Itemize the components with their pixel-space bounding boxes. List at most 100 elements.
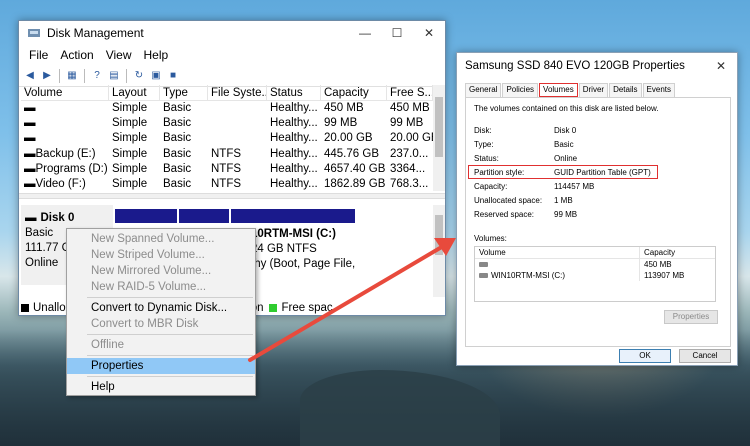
scrollbar-thumb[interactable]	[435, 97, 443, 157]
cancel-button[interactable]: Cancel	[679, 349, 731, 363]
partition-segment[interactable]	[115, 209, 179, 223]
fs-cell	[208, 101, 267, 116]
properties-icon[interactable]: ▤	[107, 69, 121, 83]
volume-icon: ▬	[24, 132, 36, 145]
field-capacity: Capacity: 114457 MB	[474, 182, 595, 191]
fs-cell	[208, 131, 267, 146]
maximize-button[interactable]: ☐	[381, 21, 413, 45]
table-row[interactable]: ▬Backup (E:) Simple Basic NTFS Healthy..…	[21, 147, 433, 162]
volume-icon: ▬	[24, 102, 36, 114]
volume-list-scrollbar[interactable]	[433, 85, 445, 191]
menu-bar: File Action View Help	[19, 45, 445, 65]
partition-segment[interactable]	[179, 209, 231, 223]
menu-file[interactable]: File	[23, 48, 54, 62]
column-file-system[interactable]: File Syste...	[208, 85, 267, 100]
menu-view[interactable]: View	[100, 48, 138, 62]
tab-volumes[interactable]: Volumes	[539, 83, 578, 97]
refresh-icon[interactable]: ↻	[132, 69, 146, 83]
free-cell: 3364...	[390, 162, 426, 175]
menu-item-offline[interactable]: Offline	[67, 337, 255, 353]
table-row[interactable]: ▬ Simple Basic Healthy... 99 MB 99 MB	[21, 116, 433, 131]
field-disk: Disk: Disk 0	[474, 126, 577, 135]
tab-driver[interactable]: Driver	[578, 83, 609, 97]
volume-list: Volume Layout Type File Syste... Status …	[21, 85, 433, 191]
menu-item-new-mirrored-volume[interactable]: New Mirrored Volume...	[67, 263, 255, 279]
partition-c-info[interactable]: 10RTM-MSI (C:) 24 GB NTFS thy (Boot, Pag…	[251, 227, 371, 272]
column-status[interactable]: Status	[267, 85, 321, 100]
type-cell: Basic	[163, 102, 192, 114]
volume-icon: ▬	[24, 162, 36, 175]
help-icon[interactable]: ?	[90, 69, 104, 83]
layout-cell: Simple	[112, 147, 148, 160]
toolbar-separator	[84, 68, 85, 83]
type-cell: Basic	[163, 147, 192, 160]
volume-properties-button[interactable]: Properties	[664, 310, 718, 324]
layout-cell: Simple	[112, 162, 148, 175]
menu-item-properties[interactable]: Properties	[67, 358, 255, 374]
volumes-label: Volumes:	[474, 234, 507, 243]
type-cell: Basic	[163, 162, 192, 175]
partition-c-name: 10RTM-MSI (C:)	[251, 228, 336, 240]
disk-name-row: ▬ Disk 0	[25, 212, 75, 224]
panel-description: The volumes contained on this disk are l…	[474, 104, 659, 113]
capacity-cell: 445.76 GB	[324, 147, 379, 160]
window-title: Disk Management	[47, 26, 144, 40]
forward-icon[interactable]: ▶	[40, 69, 54, 83]
tab-general[interactable]: General	[465, 83, 502, 97]
volumes-list-header: Volume Capacity	[475, 247, 715, 259]
tab-policies[interactable]: Policies	[502, 83, 539, 97]
toolbar: ◀ ▶ ▦ ? ▤ ↻ ▣ ■	[19, 65, 445, 87]
partition-segment-c[interactable]	[231, 209, 355, 223]
table-row[interactable]: ▬Programs (D:) Simple Basic NTFS Healthy…	[21, 162, 433, 177]
rescan-icon[interactable]: ▣	[149, 69, 163, 83]
tab-events[interactable]: Events	[642, 83, 675, 97]
disk-map-scrollbar[interactable]	[433, 205, 445, 297]
minimize-button[interactable]: —	[349, 21, 381, 45]
fs-cell: NTFS	[211, 177, 242, 190]
column-capacity[interactable]: Capacity	[321, 85, 387, 100]
menu-item-help[interactable]: Help	[67, 379, 255, 395]
menu-item-new-striped-volume[interactable]: New Striped Volume...	[67, 247, 255, 263]
disk-management-icon	[28, 29, 40, 37]
show-hide-tree-icon[interactable]: ▦	[65, 69, 79, 83]
pane-splitter[interactable]	[19, 193, 445, 199]
column-volume[interactable]: Volume	[21, 85, 109, 100]
close-button[interactable]: ✕	[705, 54, 737, 78]
menu-item-convert-to-dynamic[interactable]: Convert to Dynamic Disk...	[67, 300, 255, 316]
table-row[interactable]: ▬ Simple Basic Healthy... 450 MB 450 MB	[21, 101, 433, 116]
list-item[interactable]: 450 MB	[475, 259, 715, 270]
tab-details[interactable]: Details	[609, 83, 642, 97]
settings-icon[interactable]: ■	[166, 69, 180, 83]
close-button[interactable]: ✕	[413, 21, 445, 45]
menu-separator	[87, 334, 253, 335]
field-status: Status: Online	[474, 154, 578, 163]
column-free-space[interactable]: Free S...	[387, 85, 433, 100]
scrollbar-thumb[interactable]	[435, 215, 443, 255]
column-volume[interactable]: Volume	[475, 247, 640, 258]
free-cell: 450 MB	[390, 102, 430, 114]
back-icon[interactable]: ◀	[23, 69, 37, 83]
table-row[interactable]: ▬Video (F:) Simple Basic NTFS Healthy...…	[21, 177, 433, 191]
column-capacity[interactable]: Capacity	[640, 247, 715, 258]
drive-icon	[479, 262, 488, 267]
free-cell: 237.0...	[390, 147, 429, 160]
layout-cell: Simple	[112, 177, 148, 190]
volume-cell: ▬Backup (E:)	[24, 147, 96, 160]
free-cell: 768.3...	[390, 177, 429, 190]
menu-item-new-raid5-volume[interactable]: New RAID-5 Volume...	[67, 279, 255, 295]
menu-item-convert-to-mbr[interactable]: Convert to MBR Disk	[67, 316, 255, 332]
menu-help[interactable]: Help	[138, 48, 175, 62]
menu-item-new-spanned-volume[interactable]: New Spanned Volume...	[67, 231, 255, 247]
ok-button[interactable]: OK	[619, 349, 671, 363]
menu-action[interactable]: Action	[54, 48, 99, 62]
free-cell: 20.00 GB	[390, 132, 433, 145]
title-bar: Disk Management — ☐ ✕	[19, 21, 445, 45]
list-item[interactable]: WIN10RTM-MSI (C:) 113907 MB	[475, 270, 715, 281]
volume-list-header: Volume Layout Type File Syste... Status …	[21, 85, 433, 101]
layout-cell: Simple	[112, 117, 148, 130]
field-type: Type: Basic	[474, 140, 574, 149]
column-layout[interactable]: Layout	[109, 85, 160, 100]
table-row[interactable]: ▬ Simple Basic Healthy... 20.00 GB 20.00…	[21, 131, 433, 146]
column-type[interactable]: Type	[160, 85, 208, 100]
drive-icon	[479, 273, 488, 278]
